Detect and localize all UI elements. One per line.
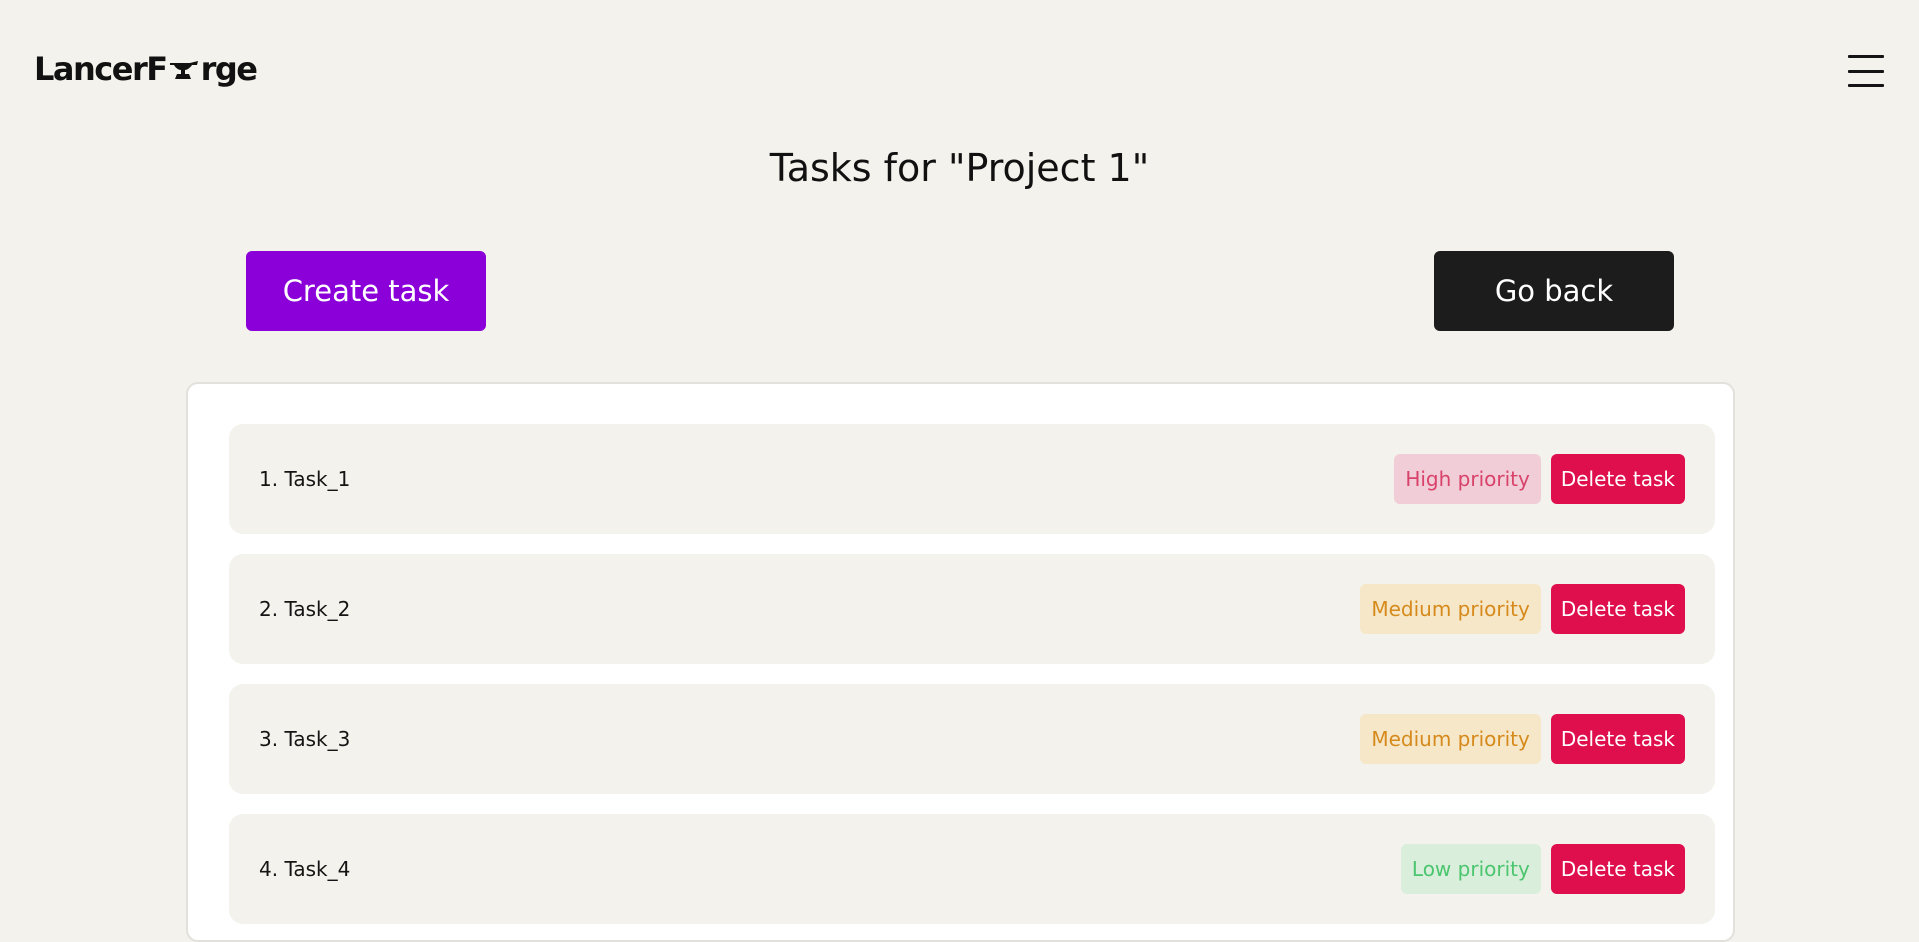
task-name: 4. Task_4 [259, 857, 351, 881]
task-row: 2. Task_2 Medium priority Delete task [229, 554, 1715, 664]
delete-task-button[interactable]: Delete task [1550, 844, 1685, 894]
go-back-button[interactable]: Go back [1434, 251, 1674, 331]
task-actions: Low priority Delete task [1400, 844, 1685, 894]
anvil-icon [168, 54, 200, 84]
task-row: 4. Task_4 Low priority Delete task [229, 814, 1715, 924]
task-name: 1. Task_1 [259, 467, 351, 491]
task-actions: High priority Delete task [1394, 454, 1685, 504]
task-name: 3. Task_3 [259, 727, 351, 751]
priority-badge: Low priority [1400, 844, 1541, 894]
delete-task-button[interactable]: Delete task [1550, 584, 1685, 634]
priority-badge: Medium priority [1360, 584, 1541, 634]
navbar: LancerF rge [0, 0, 1919, 140]
page-title: Tasks for "Project 1" [769, 146, 1150, 190]
task-list-card: 1. Task_1 High priority Delete task 2. T… [186, 382, 1735, 942]
delete-task-button[interactable]: Delete task [1550, 714, 1685, 764]
delete-task-button[interactable]: Delete task [1550, 454, 1685, 504]
task-row: 1. Task_1 High priority Delete task [229, 424, 1715, 534]
logo-text-left: LancerF [34, 50, 168, 88]
task-actions: Medium priority Delete task [1360, 714, 1685, 764]
task-name: 2. Task_2 [259, 597, 351, 621]
create-task-button[interactable]: Create task [246, 251, 486, 331]
priority-badge: Medium priority [1360, 714, 1541, 764]
priority-badge: High priority [1394, 454, 1541, 504]
logo-text-right: rge [200, 50, 258, 88]
task-row: 3. Task_3 Medium priority Delete task [229, 684, 1715, 794]
logo[interactable]: LancerF rge [34, 50, 258, 88]
task-actions: Medium priority Delete task [1360, 584, 1685, 634]
hamburger-menu-icon[interactable] [1848, 53, 1884, 89]
